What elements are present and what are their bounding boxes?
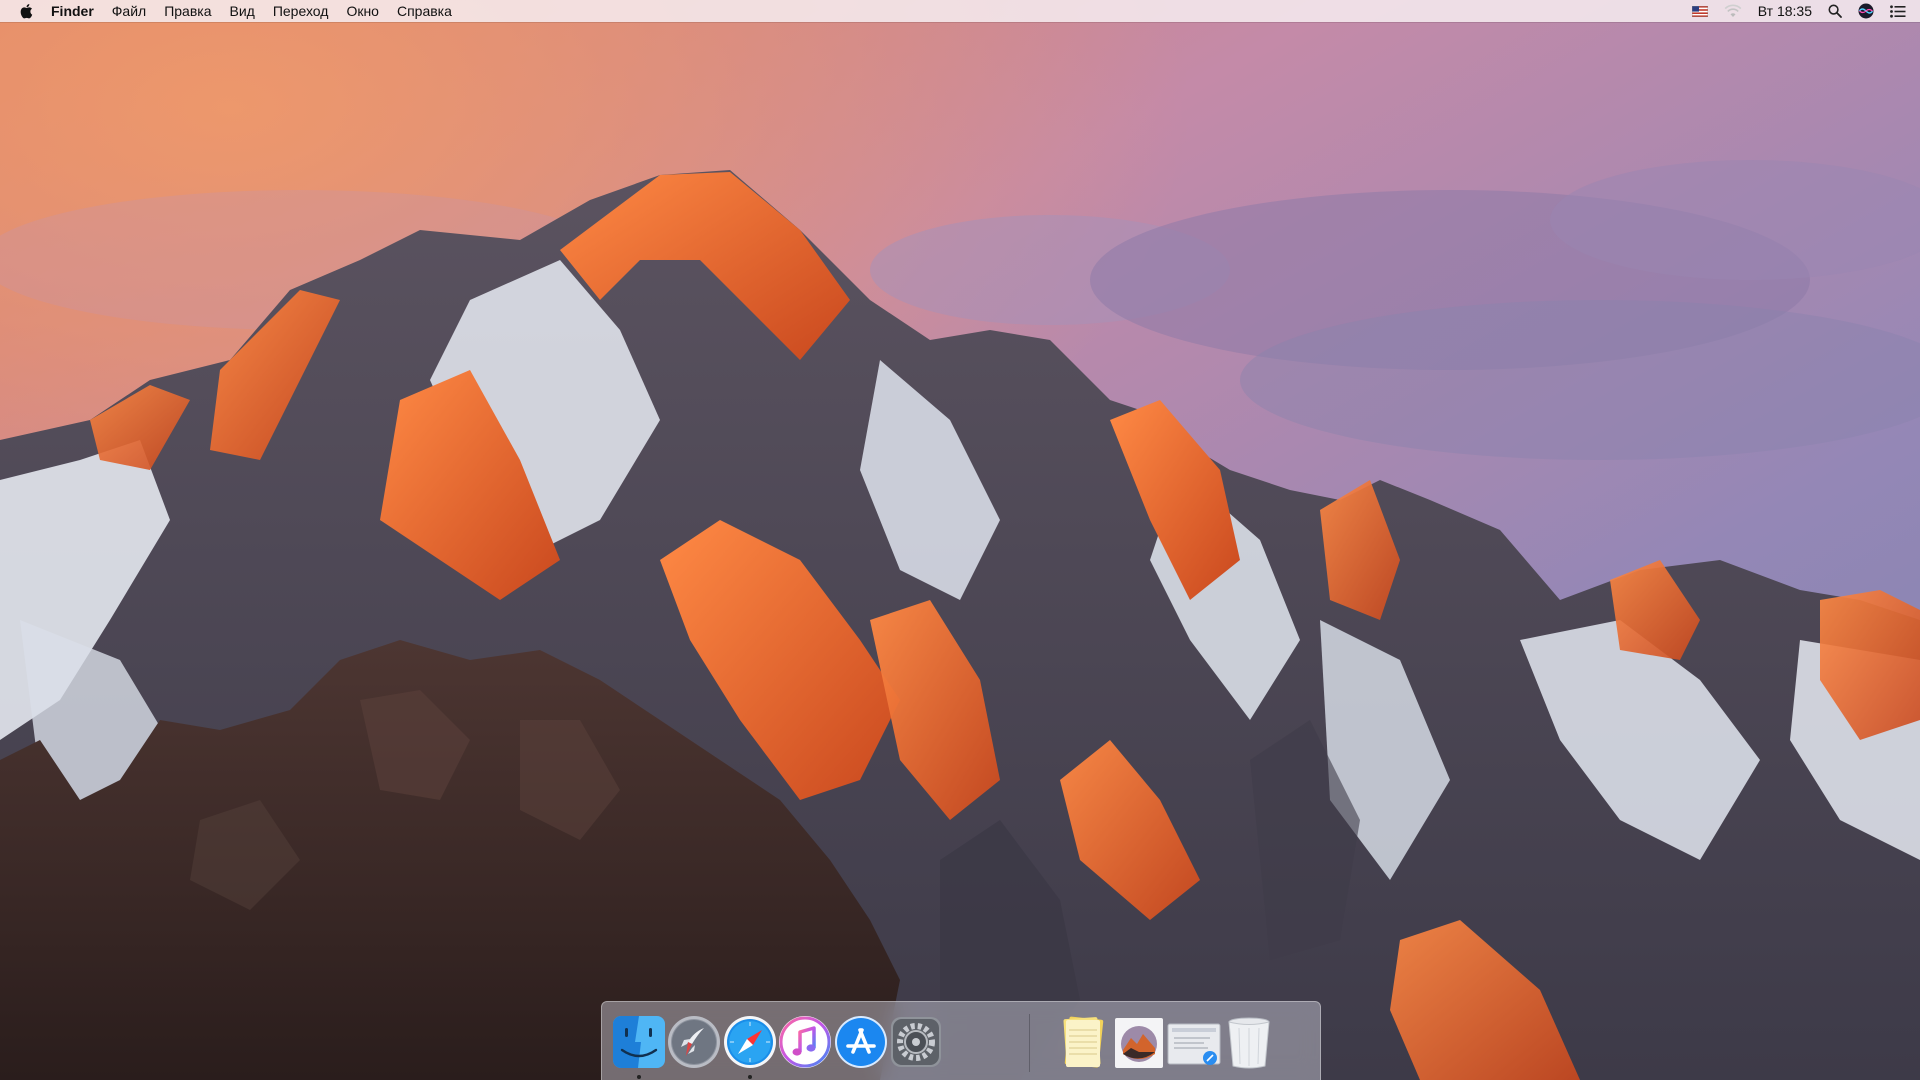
dock-stack-photos[interactable] [1109,1012,1169,1072]
trash-icon [1228,1017,1270,1069]
dock-system-preferences[interactable] [886,1012,946,1072]
menu-edit[interactable]: Правка [155,0,220,22]
menu-bar-right: Вт 18:35 [1691,0,1920,22]
wallpaper [0,0,1920,1080]
menu-app-finder[interactable]: Finder [42,0,103,22]
menu-help[interactable]: Справка [388,0,461,22]
menu-go[interactable]: Переход [264,0,338,22]
clock[interactable]: Вт 18:35 [1758,3,1812,19]
menu-window[interactable]: Окно [337,0,388,22]
dock-trash[interactable] [1219,1012,1279,1072]
safari-icon [724,1016,776,1068]
apple-menu-icon[interactable] [18,0,34,22]
dock-safari[interactable] [720,1012,780,1072]
menu-bar-left: Finder Файл Правка Вид Переход Окно Спра… [0,0,461,22]
app-store-icon [835,1016,887,1068]
notification-center-icon[interactable] [1890,0,1906,22]
menu-file[interactable]: Файл [103,0,155,22]
search-icon[interactable] [1828,0,1842,22]
notes-stack-icon [1063,1016,1104,1068]
dock-finder[interactable] [609,1012,669,1072]
dock-launchpad[interactable] [664,1012,724,1072]
dock-separator [1029,1014,1030,1072]
desktop: Finder Файл Правка Вид Переход Окно Спра… [0,0,1920,1080]
running-indicator-safari [748,1075,752,1079]
menu-bar: Finder Файл Правка Вид Переход Окно Спра… [0,0,1920,22]
flag-us-icon[interactable] [1691,0,1708,22]
wifi-icon[interactable] [1724,0,1742,22]
menu-view[interactable]: Вид [221,0,264,22]
dock-stack-documents[interactable] [1164,1012,1224,1072]
dock-itunes[interactable] [775,1012,835,1072]
dock-app-store[interactable] [831,1012,891,1072]
documents-stack-icon [1167,1023,1221,1065]
siri-icon[interactable] [1858,0,1874,22]
finder-icon [613,1016,665,1068]
system-preferences-icon [891,1017,941,1067]
photos-stack-icon [1115,1018,1163,1068]
dock [601,1001,1321,1080]
dock-stack-notes[interactable] [1053,1012,1113,1072]
launchpad-icon [668,1016,720,1068]
running-indicator-finder [637,1075,641,1079]
itunes-icon [779,1016,831,1068]
